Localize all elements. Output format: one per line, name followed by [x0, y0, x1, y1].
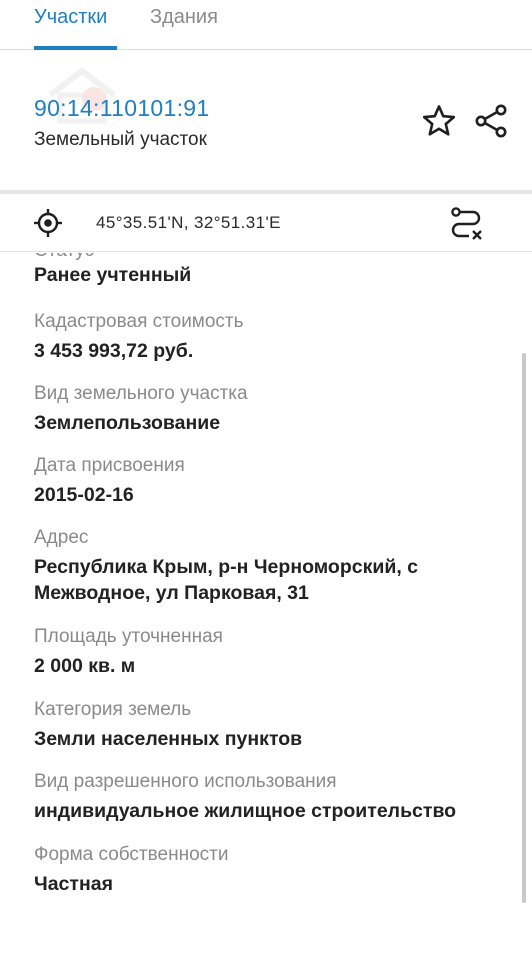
star-icon[interactable]	[421, 103, 457, 139]
field-assignment-date: Дата присвоения 2015-02-16	[34, 455, 504, 508]
object-header-card: 90:14:110101:91 Земельный участок	[0, 51, 532, 191]
tab-plots[interactable]: Участки	[34, 6, 107, 28]
details-list[interactable]: Статус Ранее учтенный Кадастровая стоимо…	[0, 253, 532, 960]
active-tab-indicator	[34, 46, 117, 50]
tab-bar: Участки Здания	[0, 0, 532, 50]
field-status: Ранее учтенный	[34, 262, 504, 288]
field-value: 2 000 кв. м	[34, 655, 136, 677]
field-value: 3 453 993,72 руб.	[34, 340, 194, 362]
status-label-partial: Статус	[34, 253, 94, 262]
object-type: Земельный участок	[34, 129, 207, 150]
field-address: Адрес Республика Крым, р-н Черноморский,…	[34, 527, 504, 606]
field-value: 2015-02-16	[34, 484, 134, 506]
tab-buildings[interactable]: Здания	[150, 6, 218, 28]
field-area: Площадь уточненная 2 000 кв. м	[34, 626, 504, 679]
field-value: Землепользование	[34, 412, 221, 434]
field-value: индивидуальное жилищное строительство	[34, 800, 457, 822]
share-icon[interactable]	[473, 103, 509, 139]
field-ownership-form: Форма собственности Частная	[34, 844, 504, 897]
cadastral-number[interactable]: 90:14:110101:91	[34, 95, 209, 122]
route-icon[interactable]	[447, 204, 485, 242]
field-land-kind: Вид земельного участка Землепользование	[34, 383, 504, 436]
field-value: Республика Крым, р-н Черноморский, с Меж…	[34, 556, 419, 604]
field-value: Ранее учтенный	[34, 264, 192, 286]
field-label: Вид земельного участка	[34, 383, 248, 404]
field-permitted-use: Вид разрешенного использования индивидуа…	[34, 771, 504, 824]
field-value: Частная	[34, 873, 113, 895]
field-label: Форма собственности	[34, 844, 229, 865]
coordinates-text[interactable]: 45°35.51'N, 32°51.31'E	[96, 213, 281, 233]
field-label: Категория земель	[34, 699, 192, 720]
locate-icon[interactable]	[33, 208, 63, 238]
field-label: Площадь уточненная	[34, 626, 223, 647]
field-value: Земли населенных пунктов	[34, 728, 303, 750]
field-label: Кадастровая стоимость	[34, 311, 244, 332]
coordinates-bar: 45°35.51'N, 32°51.31'E	[0, 194, 532, 252]
field-label: Вид разрешенного использования	[34, 771, 337, 792]
field-land-category: Категория земель Земли населенных пункто…	[34, 699, 504, 752]
field-label: Адрес	[34, 527, 89, 548]
field-label: Дата присвоения	[34, 455, 185, 476]
scrollbar[interactable]	[522, 353, 526, 903]
field-cadastral-value: Кадастровая стоимость 3 453 993,72 руб.	[34, 311, 504, 364]
